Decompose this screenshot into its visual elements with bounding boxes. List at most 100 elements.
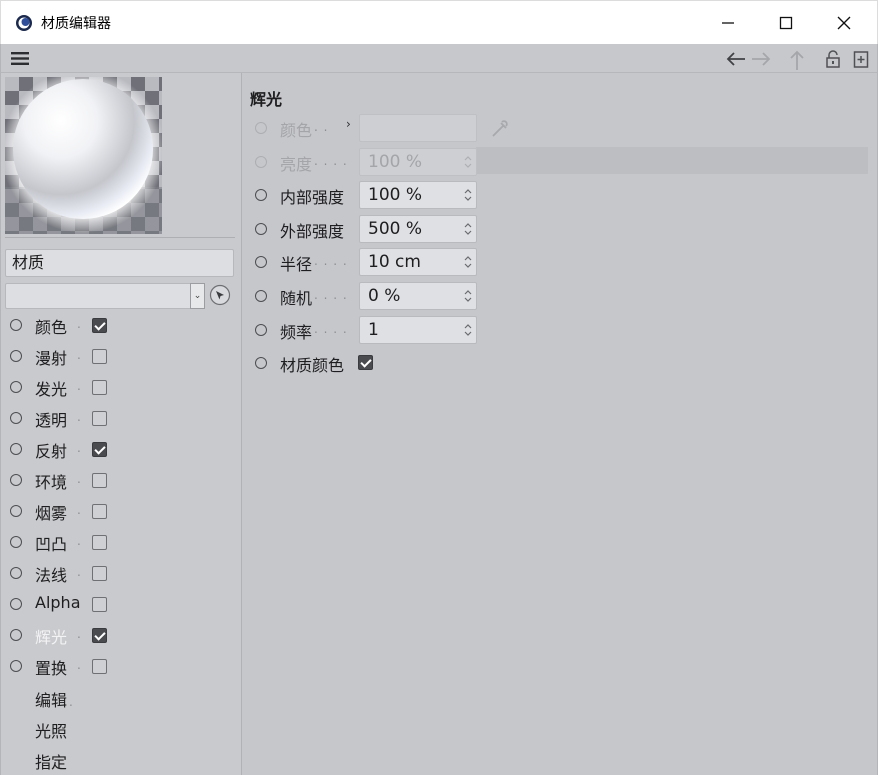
channel-checkbox[interactable]: [92, 566, 107, 581]
channel-checkbox[interactable]: [92, 473, 107, 488]
channel-label[interactable]: 透明: [35, 407, 67, 431]
expand-arrow-icon[interactable]: ›: [346, 117, 351, 131]
channel-label[interactable]: 反射: [35, 438, 67, 462]
channel-radio[interactable]: [10, 598, 22, 610]
arrow-left-icon[interactable]: [725, 49, 747, 69]
panel-item[interactable]: 光照: [35, 718, 69, 742]
channel-checkbox[interactable]: [92, 659, 107, 674]
channel-checkbox[interactable]: [92, 535, 107, 550]
dot-leader: .: [77, 627, 82, 641]
channel-checkbox[interactable]: [92, 349, 107, 364]
material-color-checkbox[interactable]: [358, 355, 373, 370]
channel-radio[interactable]: [10, 629, 22, 641]
channel-radio[interactable]: [10, 350, 22, 362]
channel-label[interactable]: 法线: [35, 562, 67, 586]
param-value-field[interactable]: 0 %: [359, 282, 477, 310]
animate-radio[interactable]: [255, 290, 267, 302]
channel-row[interactable]: 置换.: [1, 652, 241, 680]
channel-radio[interactable]: [10, 443, 22, 455]
minimize-button[interactable]: [699, 1, 757, 45]
channel-label[interactable]: Alpha: [35, 593, 81, 612]
chevron-down-icon[interactable]: ⌄: [190, 283, 205, 309]
material-layer-dropdown[interactable]: ⌄: [5, 283, 205, 309]
panel-item-label[interactable]: 指定: [35, 753, 67, 772]
param-value[interactable]: 0 %: [368, 286, 400, 306]
channel-radio[interactable]: [10, 536, 22, 548]
param-value[interactable]: 1: [368, 320, 379, 340]
animate-radio[interactable]: [255, 156, 267, 168]
param-value[interactable]: 100 %: [368, 152, 422, 172]
channel-label[interactable]: 颜色: [35, 314, 67, 338]
channel-checkbox[interactable]: [92, 318, 107, 333]
panel-item-label[interactable]: 编辑: [35, 691, 67, 710]
param-value-field[interactable]: 500 %: [359, 215, 477, 243]
arrow-up-icon[interactable]: [787, 49, 807, 71]
animate-radio[interactable]: [255, 357, 267, 369]
spinner-arrows-icon[interactable]: [464, 188, 472, 202]
animate-radio[interactable]: [255, 122, 267, 134]
channel-checkbox[interactable]: [92, 628, 107, 643]
spinner-arrows-icon[interactable]: [464, 289, 472, 303]
param-value-field[interactable]: 1: [359, 316, 477, 344]
channel-row[interactable]: 辉光.: [1, 621, 241, 649]
channel-radio[interactable]: [10, 567, 22, 579]
channel-row[interactable]: 法线.: [1, 559, 241, 587]
channel-row[interactable]: 烟雾.: [1, 497, 241, 525]
param-value-field[interactable]: 100 %: [359, 181, 477, 209]
channel-row[interactable]: Alpha: [1, 590, 241, 618]
close-button[interactable]: [815, 1, 873, 45]
animate-radio[interactable]: [255, 256, 267, 268]
material-name-field[interactable]: 材质: [5, 249, 234, 277]
channel-checkbox[interactable]: [92, 442, 107, 457]
channel-label[interactable]: 置换: [35, 655, 67, 679]
animate-radio[interactable]: [255, 223, 267, 235]
spinner-arrows-icon[interactable]: [464, 155, 472, 169]
channel-label[interactable]: 环境: [35, 469, 67, 493]
color-swatch-field[interactable]: [359, 114, 477, 142]
param-value[interactable]: 500 %: [368, 219, 422, 239]
hamburger-menu-icon[interactable]: [11, 52, 29, 65]
channel-radio[interactable]: [10, 319, 22, 331]
channel-label[interactable]: 辉光: [35, 624, 67, 648]
panel-item[interactable]: 编辑.: [35, 687, 73, 711]
channel-radio[interactable]: [10, 412, 22, 424]
spinner-arrows-icon[interactable]: [464, 222, 472, 236]
eyedropper-icon[interactable]: [487, 116, 511, 140]
channel-radio[interactable]: [10, 474, 22, 486]
maximize-button[interactable]: [757, 1, 815, 45]
channel-radio[interactable]: [10, 660, 22, 672]
spinner-arrows-icon[interactable]: [464, 255, 472, 269]
channel-checkbox[interactable]: [92, 411, 107, 426]
param-value[interactable]: 10 cm: [368, 252, 421, 272]
channel-row[interactable]: 发光.: [1, 373, 241, 401]
channel-label[interactable]: 凹凸: [35, 531, 67, 555]
channel-row[interactable]: 凹凸.: [1, 528, 241, 556]
arrow-right-icon[interactable]: [750, 49, 772, 69]
param-value-field[interactable]: 100 %: [359, 148, 477, 176]
param-value[interactable]: 100 %: [368, 185, 422, 205]
panel-item[interactable]: 指定: [35, 749, 69, 773]
new-window-icon[interactable]: [853, 49, 869, 69]
spinner-arrows-icon[interactable]: [464, 323, 472, 337]
channel-checkbox[interactable]: [92, 597, 107, 612]
panel-item-label[interactable]: 光照: [35, 722, 67, 741]
channel-row[interactable]: 漫射.: [1, 342, 241, 370]
animate-radio[interactable]: [255, 189, 267, 201]
channel-radio[interactable]: [10, 505, 22, 517]
pick-arrow-icon[interactable]: [209, 284, 231, 306]
lock-icon[interactable]: [825, 49, 841, 69]
channel-row[interactable]: 透明.: [1, 404, 241, 432]
channel-row[interactable]: 反射.: [1, 435, 241, 463]
param-value-field[interactable]: 10 cm: [359, 248, 477, 276]
channel-radio[interactable]: [10, 381, 22, 393]
section-title: 辉光: [250, 90, 283, 109]
animate-radio[interactable]: [255, 324, 267, 336]
channel-row[interactable]: 颜色.: [1, 311, 241, 339]
channel-label[interactable]: 发光: [35, 376, 67, 400]
material-preview[interactable]: [5, 77, 162, 234]
channel-label[interactable]: 漫射: [35, 345, 67, 369]
channel-checkbox[interactable]: [92, 380, 107, 395]
channel-row[interactable]: 环境.: [1, 466, 241, 494]
channel-label[interactable]: 烟雾: [35, 500, 67, 524]
channel-checkbox[interactable]: [92, 504, 107, 519]
